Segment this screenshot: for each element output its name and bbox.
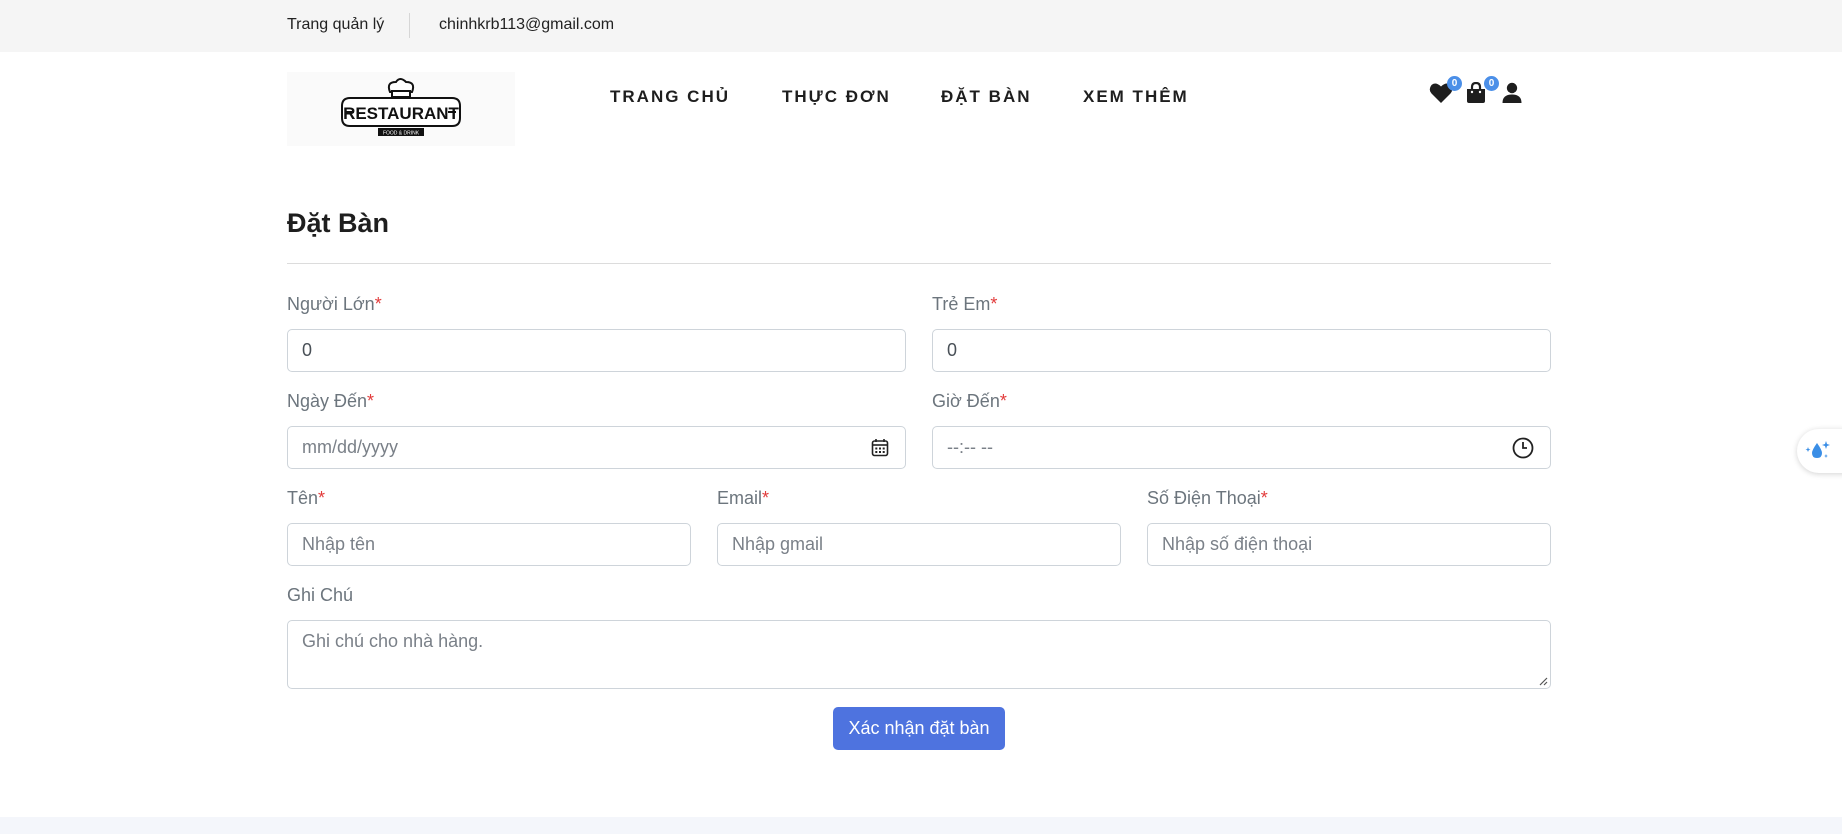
user-icon [1502, 82, 1522, 103]
restaurant-logo[interactable]: RESTAURANT FOOD & DRINK [287, 72, 515, 146]
adults-input[interactable]: 0 [287, 329, 906, 372]
resize-grip-icon[interactable] [1538, 676, 1548, 686]
footer-strip [0, 817, 1842, 834]
email-label: Email* [717, 488, 770, 508]
note-placeholder: Ghi chú cho nhà hàng. [302, 631, 484, 651]
nav-menu[interactable]: THỰC ĐƠN [782, 87, 891, 107]
note-label: Ghi Chú [287, 585, 354, 605]
wishlist-button[interactable]: 0 [1429, 76, 1462, 108]
time-label: Giờ Đến* [932, 391, 1007, 411]
nav-booking[interactable]: ĐẶT BÀN [941, 87, 1032, 107]
account-button[interactable] [1502, 82, 1528, 108]
name-input[interactable]: Nhập tên [287, 523, 691, 566]
email-placeholder: Nhập gmail [732, 534, 824, 554]
sparkle-drop-icon [1805, 441, 1830, 458]
time-placeholder: --:-- -- [947, 437, 993, 457]
confirm-booking-button[interactable]: Xác nhận đặt bàn [833, 707, 1005, 750]
user-email: chinhkrb113@gmail.com [439, 16, 615, 33]
logo-text: RESTAURANT [343, 104, 459, 123]
email-input[interactable]: Nhập gmail [717, 523, 1121, 566]
name-label: Tên* [287, 488, 326, 508]
floating-assistant-button[interactable] [1797, 429, 1842, 473]
wishlist-count-badge: 0 [1447, 76, 1462, 91]
clock-icon[interactable] [1512, 437, 1534, 459]
nav-home[interactable]: TRANG CHỦ [610, 87, 730, 107]
time-input[interactable]: --:-- -- [932, 426, 1551, 469]
date-label: Ngày Đến* [287, 391, 375, 411]
date-placeholder: mm/dd/yyyy [302, 437, 399, 457]
shopping-bag-icon [1467, 81, 1485, 103]
cart-button[interactable]: 0 [1466, 76, 1499, 108]
children-input[interactable]: 0 [932, 329, 1551, 372]
page-title: Đặt Bàn [287, 208, 390, 238]
topbar-divider [409, 13, 410, 38]
logo-image: RESTAURANT FOOD & DRINK [341, 78, 461, 137]
phone-label: Số Điện Thoại* [1147, 488, 1268, 508]
name-placeholder: Nhập tên [302, 534, 376, 554]
calendar-icon[interactable] [871, 438, 889, 457]
admin-link[interactable]: Trang quản lý [287, 16, 384, 34]
logo-subtext: FOOD & DRINK [383, 131, 420, 137]
note-textarea[interactable]: Ghi chú cho nhà hàng. [287, 620, 1551, 689]
phone-placeholder: Nhập số điện thoại [1162, 534, 1313, 554]
title-divider [287, 263, 1551, 264]
nav-more[interactable]: XEM THÊM [1083, 87, 1189, 107]
adults-value: 0 [302, 340, 313, 360]
top-bar: Trang quản lý chinhkrb113@gmail.com [0, 0, 1842, 52]
date-input[interactable]: mm/dd/yyyy [287, 426, 906, 469]
children-label: Trẻ Em* [932, 294, 998, 314]
phone-input[interactable]: Nhập số điện thoại [1147, 523, 1551, 566]
children-value: 0 [947, 340, 958, 360]
site-header: RESTAURANT FOOD & DRINK TRANG CHỦ THỰC Đ… [0, 52, 1842, 152]
adults-label: Người Lớn* [287, 294, 382, 314]
cart-count-badge: 0 [1484, 76, 1499, 91]
